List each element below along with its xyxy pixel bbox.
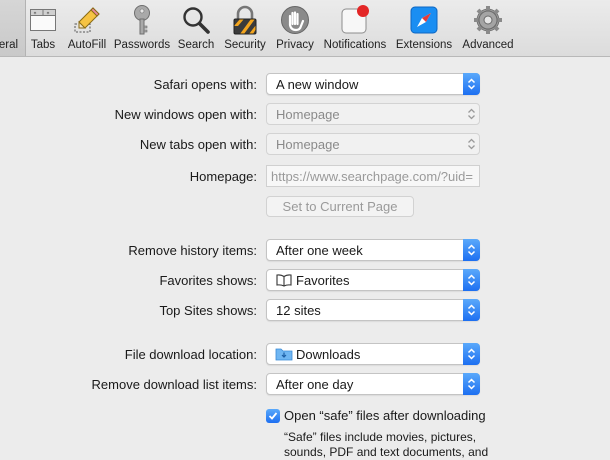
row-set-current-page: Set to Current Page bbox=[0, 196, 610, 220]
download-location-label: File download location: bbox=[124, 347, 257, 362]
open-safe-files-checkbox[interactable] bbox=[266, 409, 280, 423]
safe-files-note-line2: sounds, PDF and text documents, and bbox=[284, 445, 489, 459]
row-safari-opens-with: Safari opens with: A new window bbox=[0, 73, 610, 97]
key-icon bbox=[125, 3, 159, 37]
row-favorites-shows: Favorites shows: Favorites bbox=[0, 269, 610, 293]
remove-history-value: After one week bbox=[276, 243, 363, 258]
tab-extensions[interactable]: Extensions bbox=[394, 0, 454, 56]
row-new-tabs-open-with: New tabs open with: Homepage bbox=[0, 133, 610, 157]
popup-chevron-icon bbox=[463, 299, 480, 321]
row-remove-history: Remove history items: After one week bbox=[0, 239, 610, 263]
download-location-popup[interactable]: Downloads bbox=[266, 343, 480, 365]
favorites-shows-label: Favorites shows: bbox=[159, 273, 257, 288]
downloads-folder-icon bbox=[275, 347, 293, 364]
open-safe-files-label: Open “safe” files after downloading bbox=[284, 408, 486, 423]
book-icon bbox=[276, 274, 292, 290]
autofill-pencil-icon bbox=[70, 3, 104, 37]
tab-advanced-label: Advanced bbox=[462, 39, 514, 51]
tab-passwords-label: Passwords bbox=[113, 39, 171, 51]
remove-download-list-popup[interactable]: After one day bbox=[266, 373, 480, 395]
tab-notifications-label: Notifications bbox=[323, 39, 387, 51]
tabs-icon bbox=[26, 3, 60, 37]
row-top-sites-shows: Top Sites shows: 12 sites bbox=[0, 299, 610, 323]
favorites-shows-popup[interactable]: Favorites bbox=[266, 269, 480, 291]
tab-privacy-label: Privacy bbox=[276, 39, 314, 51]
popup-chevron-icon bbox=[463, 103, 480, 125]
row-homepage: Homepage: https://www.searchpage.com/?ui… bbox=[0, 165, 610, 189]
popup-chevron-icon bbox=[463, 373, 480, 395]
popup-chevron-icon bbox=[463, 239, 480, 261]
row-open-safe-files: Open “safe” files after downloading bbox=[0, 407, 610, 431]
compass-icon bbox=[407, 3, 441, 37]
hand-icon bbox=[278, 3, 312, 37]
popup-chevron-icon bbox=[463, 269, 480, 291]
tab-extensions-label: Extensions bbox=[395, 39, 453, 51]
favorites-shows-value: Favorites bbox=[296, 273, 350, 288]
safari-opens-with-popup[interactable]: A new window bbox=[266, 73, 480, 95]
remove-history-popup[interactable]: After one week bbox=[266, 239, 480, 261]
row-remove-download-list: Remove download list items: After one da… bbox=[0, 373, 610, 397]
gear-icon bbox=[471, 3, 505, 37]
remove-history-label: Remove history items: bbox=[128, 243, 257, 258]
tab-security-label: Security bbox=[224, 39, 266, 51]
top-sites-shows-label: Top Sites shows: bbox=[159, 303, 257, 318]
set-to-current-page-button[interactable]: Set to Current Page bbox=[266, 196, 414, 217]
popup-chevron-icon bbox=[463, 343, 480, 365]
homepage-field[interactable]: https://www.searchpage.com/?uid= bbox=[266, 165, 480, 187]
new-tabs-open-with-popup[interactable]: Homepage bbox=[266, 133, 480, 155]
safari-opens-with-value: A new window bbox=[276, 77, 359, 92]
new-windows-open-with-label: New windows open with: bbox=[114, 107, 257, 122]
magnifier-icon bbox=[179, 3, 213, 37]
padlock-icon bbox=[228, 3, 262, 37]
row-new-windows-open-with: New windows open with: Homepage bbox=[0, 103, 610, 127]
homepage-value: https://www.searchpage.com/?uid= bbox=[271, 169, 473, 184]
remove-download-list-value: After one day bbox=[276, 377, 354, 392]
notification-badge-icon bbox=[338, 3, 372, 37]
new-windows-open-with-value: Homepage bbox=[276, 107, 340, 122]
tab-passwords[interactable]: Passwords bbox=[113, 0, 171, 56]
new-windows-open-with-popup[interactable]: Homepage bbox=[266, 103, 480, 125]
safari-opens-with-label: Safari opens with: bbox=[153, 77, 257, 92]
download-location-value: Downloads bbox=[296, 347, 361, 362]
tab-autofill[interactable]: AutoFill bbox=[64, 0, 110, 56]
preferences-toolbar: eral Tabs AutoFill Passwords Search Secu… bbox=[0, 0, 610, 57]
popup-chevron-icon bbox=[463, 73, 480, 95]
tab-tabs-label: Tabs bbox=[30, 39, 56, 51]
tab-tabs[interactable]: Tabs bbox=[26, 0, 60, 56]
tab-general[interactable]: eral bbox=[0, 0, 26, 56]
tab-search[interactable]: Search bbox=[176, 0, 216, 56]
tab-advanced[interactable]: Advanced bbox=[458, 0, 518, 56]
tab-privacy[interactable]: Privacy bbox=[274, 0, 316, 56]
tab-autofill-label: AutoFill bbox=[67, 39, 107, 51]
tab-search-label: Search bbox=[177, 39, 215, 51]
tab-security[interactable]: Security bbox=[220, 0, 270, 56]
tab-general-label: eral bbox=[0, 39, 19, 51]
top-sites-shows-value: 12 sites bbox=[276, 303, 321, 318]
top-sites-shows-popup[interactable]: 12 sites bbox=[266, 299, 480, 321]
safe-files-note-line1: “Safe” files include movies, pictures, bbox=[284, 430, 477, 444]
tab-notifications[interactable]: Notifications bbox=[320, 0, 390, 56]
new-tabs-open-with-label: New tabs open with: bbox=[139, 137, 257, 152]
homepage-label: Homepage: bbox=[189, 169, 257, 184]
remove-download-list-label: Remove download list items: bbox=[91, 377, 257, 392]
checkmark-icon bbox=[268, 412, 278, 420]
new-tabs-open-with-value: Homepage bbox=[276, 137, 340, 152]
row-download-location: File download location: Downloads bbox=[0, 343, 610, 367]
popup-chevron-icon bbox=[463, 133, 480, 155]
